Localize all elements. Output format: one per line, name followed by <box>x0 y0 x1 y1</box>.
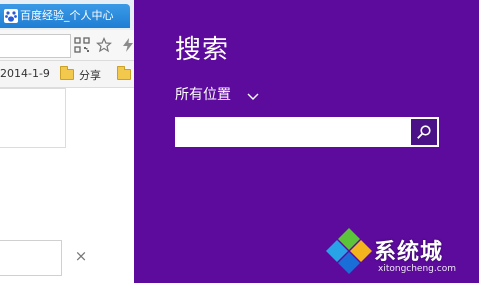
folder-icon <box>60 66 74 80</box>
magnifier-icon <box>417 125 431 139</box>
star-icon[interactable] <box>95 36 113 53</box>
search-charm-panel: 搜索 所有位置 系统城 xitongcheng.com <box>134 0 479 283</box>
browser-tab-title: 百度经验_个人中心 <box>20 9 114 22</box>
close-icon[interactable]: × <box>74 248 88 264</box>
browser-tab-bar: 百度经验_个人中心 <box>0 0 134 30</box>
search-scope-label: 所有位置 <box>175 87 231 103</box>
page-text-field[interactable] <box>0 240 62 276</box>
bookmark-share[interactable]: 分享 <box>79 67 101 83</box>
bookmark-date[interactable]: 2014-1-9 <box>0 67 50 80</box>
watermark-brand: 系统城 <box>374 240 444 265</box>
browser-toolbar <box>0 30 134 61</box>
qr-code-icon[interactable] <box>74 37 90 53</box>
address-bar[interactable] <box>0 34 71 58</box>
browser-window: 百度经验_个人中心 2014-1-9 分享 × <box>0 0 134 283</box>
search-scope-dropdown[interactable]: 所有位置 <box>175 84 259 103</box>
search-button[interactable] <box>411 119 437 145</box>
charm-title: 搜索 <box>175 35 230 65</box>
windows-logo-icon <box>326 228 372 274</box>
chevron-down-icon <box>247 89 259 100</box>
page-content-panel <box>0 88 66 148</box>
search-box <box>175 117 439 147</box>
baidu-paw-icon <box>4 9 18 23</box>
browser-tab[interactable]: 百度经验_个人中心 <box>0 4 130 28</box>
lightning-icon[interactable] <box>120 37 134 53</box>
watermark: 系统城 xitongcheng.com <box>324 224 474 280</box>
bookmarks-bar: 2014-1-9 分享 <box>0 61 134 88</box>
search-input[interactable] <box>175 117 409 147</box>
folder-icon <box>117 66 131 80</box>
watermark-url: xitongcheng.com <box>378 264 456 274</box>
